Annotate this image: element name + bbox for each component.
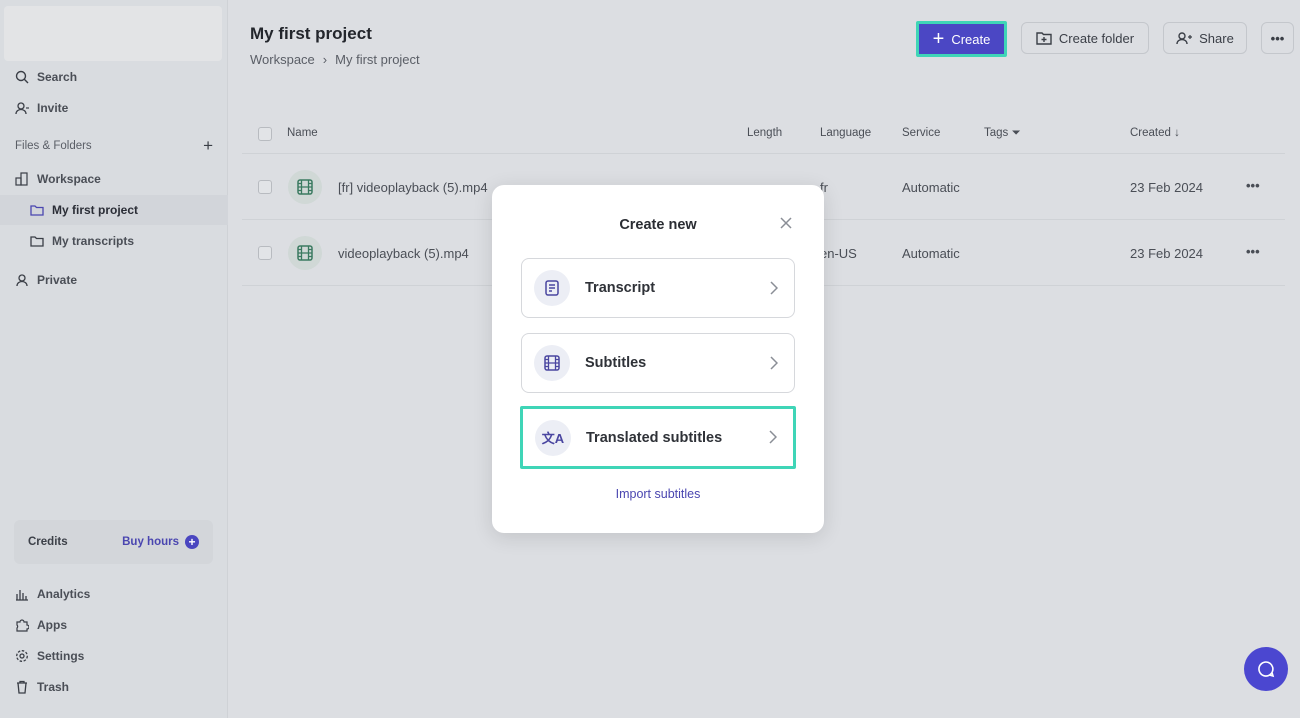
file-name[interactable]: [fr] videoplayback (5).mp4 — [338, 180, 488, 195]
create-folder-button[interactable]: Create folder — [1021, 22, 1149, 54]
document-icon — [534, 270, 570, 306]
create-folder-label: Create folder — [1058, 30, 1135, 46]
files-folders-section: Files & Folders + — [15, 137, 213, 154]
sort-down-icon[interactable]: ↓ — [1174, 127, 1180, 139]
help-chat-button[interactable] — [1244, 647, 1288, 691]
chevron-right-icon: › — [322, 52, 328, 67]
sidebar: Search Invite Files & Folders + Workspac… — [0, 0, 228, 718]
buy-hours-label: Buy hours — [122, 536, 179, 548]
option-label: Transcript — [585, 280, 656, 296]
tags-label: Tags — [984, 127, 1009, 139]
sidebar-item-private[interactable]: Private — [0, 265, 228, 295]
user-plus-icon — [15, 102, 29, 115]
breadcrumb: Workspace › My first project — [250, 52, 420, 67]
option-translated-subtitles[interactable]: 文A Translated subtitles — [520, 406, 796, 469]
credits-panel: Credits Buy hours + — [14, 520, 213, 564]
column-length[interactable]: Length — [747, 127, 782, 139]
modal-title: Create new — [619, 217, 697, 233]
sidebar-item-label: My transcripts — [52, 234, 135, 248]
sidebar-item-label: Analytics — [37, 587, 91, 601]
sidebar-apps[interactable]: Apps — [0, 610, 228, 640]
building-icon — [15, 172, 28, 186]
sidebar-invite-label: Invite — [37, 101, 69, 115]
column-created[interactable]: Created ↓ — [1130, 127, 1180, 139]
sidebar-item-workspace[interactable]: Workspace — [0, 164, 228, 194]
create-new-modal: Create new Transcript Subtitles 文A Trans… — [492, 185, 824, 533]
more-options-button[interactable]: ••• — [1261, 22, 1294, 54]
file-language: en-US — [820, 246, 857, 261]
gear-icon — [16, 650, 28, 662]
chat-icon — [1258, 661, 1275, 678]
buy-hours-button[interactable]: Buy hours + — [122, 535, 199, 549]
select-all-checkbox[interactable] — [258, 127, 272, 141]
row-checkbox[interactable] — [258, 180, 272, 194]
search-icon — [15, 70, 29, 84]
translate-icon: 文A — [535, 419, 571, 456]
sidebar-item-label: Settings — [37, 649, 85, 663]
chart-icon — [16, 590, 28, 601]
video-file-icon — [288, 170, 322, 204]
option-label: Subtitles — [585, 355, 647, 371]
user-plus-icon — [1176, 32, 1193, 45]
plus-icon: + — [932, 28, 945, 50]
film-icon — [534, 345, 570, 381]
create-label: Create — [951, 31, 991, 47]
column-tags[interactable]: Tags ⏷ — [984, 127, 1021, 140]
sidebar-settings[interactable]: Settings — [0, 641, 228, 671]
sidebar-item-label: Workspace — [37, 172, 101, 186]
sidebar-item-label: Apps — [37, 618, 67, 632]
close-icon[interactable] — [778, 215, 794, 231]
breadcrumb-current: My first project — [335, 52, 420, 67]
option-label: Translated subtitles — [586, 429, 723, 446]
row-more-icon[interactable]: ••• — [1246, 244, 1260, 259]
sidebar-search[interactable]: Search — [0, 62, 228, 92]
credits-label: Credits — [28, 536, 68, 548]
created-label: Created — [1130, 127, 1171, 139]
column-language[interactable]: Language — [820, 127, 871, 139]
folder-icon — [30, 205, 44, 216]
folder-plus-icon — [1036, 32, 1052, 45]
file-created: 23 Feb 2024 — [1130, 246, 1204, 261]
chevron-right-icon — [770, 356, 778, 370]
sidebar-trash[interactable]: Trash — [0, 672, 228, 702]
sidebar-search-label: Search — [37, 70, 78, 84]
chevron-right-icon — [769, 430, 777, 444]
row-checkbox[interactable] — [258, 246, 272, 260]
sidebar-item-my-first-project[interactable]: My first project — [0, 195, 228, 225]
more-icon: ••• — [1270, 30, 1285, 46]
sidebar-item-my-transcripts[interactable]: My transcripts — [0, 226, 228, 256]
user-icon — [16, 274, 28, 287]
add-folder-icon[interactable]: + — [203, 137, 213, 154]
sidebar-item-label: Private — [37, 273, 78, 287]
puzzle-icon — [16, 619, 29, 632]
section-label: Files & Folders — [15, 140, 92, 152]
column-name[interactable]: Name — [287, 127, 318, 139]
option-transcript[interactable]: Transcript — [521, 258, 795, 318]
filter-icon[interactable]: ⏷ — [1012, 127, 1021, 139]
chevron-right-icon — [770, 281, 778, 295]
file-service: Automatic — [902, 246, 960, 261]
page-title: My first project — [250, 24, 372, 43]
file-name[interactable]: videoplayback (5).mp4 — [338, 246, 469, 261]
option-subtitles[interactable]: Subtitles — [521, 333, 795, 393]
file-service: Automatic — [902, 180, 960, 195]
video-file-icon — [288, 236, 322, 270]
create-button[interactable]: + Create — [916, 21, 1007, 57]
sidebar-item-label: My first project — [52, 203, 139, 217]
import-subtitles-link[interactable]: Import subtitles — [492, 487, 824, 501]
share-label: Share — [1199, 30, 1234, 46]
folder-icon — [30, 236, 44, 247]
sidebar-invite[interactable]: Invite — [0, 93, 228, 123]
sidebar-analytics[interactable]: Analytics — [0, 579, 228, 609]
logo — [4, 6, 222, 61]
plus-circle-icon: + — [185, 535, 199, 549]
row-more-icon[interactable]: ••• — [1246, 178, 1260, 193]
breadcrumb-workspace[interactable]: Workspace — [250, 52, 315, 67]
trash-icon — [17, 680, 27, 694]
column-service[interactable]: Service — [902, 127, 940, 139]
share-button[interactable]: Share — [1163, 22, 1247, 54]
file-created: 23 Feb 2024 — [1130, 180, 1204, 195]
sidebar-item-label: Trash — [37, 680, 70, 694]
